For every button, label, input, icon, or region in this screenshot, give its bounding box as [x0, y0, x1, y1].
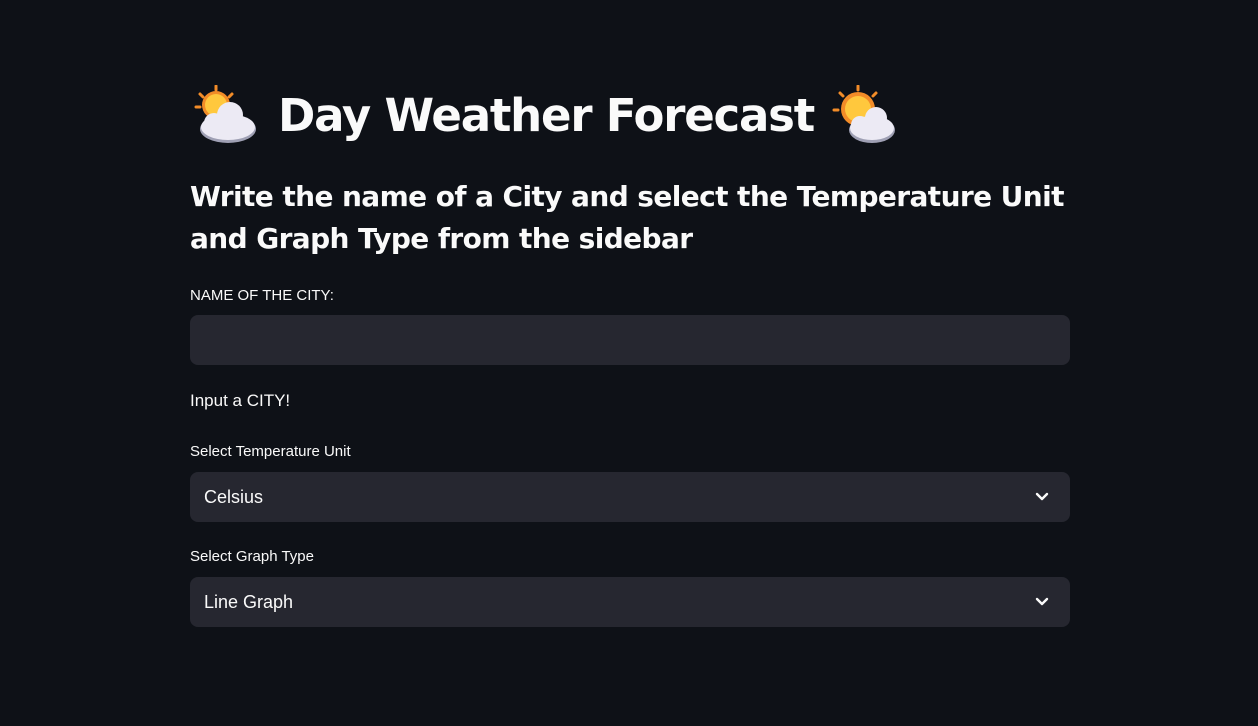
temperature-unit-selected: Celsius	[204, 486, 264, 507]
city-input[interactable]	[190, 315, 1070, 365]
temperature-unit-select[interactable]: Celsius	[190, 472, 1070, 522]
page-title-row: Day Weather Forecast	[194, 82, 896, 148]
graph-type-select[interactable]: Line Graph	[190, 577, 1070, 627]
city-input-label: NAME OF THE CITY:	[190, 287, 334, 304]
sun-behind-cloud-icon	[194, 85, 256, 143]
graph-type-label: Select Graph Type	[190, 548, 314, 565]
chevron-down-icon	[1032, 487, 1052, 507]
sun-behind-large-cloud-icon	[832, 85, 896, 143]
page-title: Day Weather Forecast	[278, 88, 815, 142]
instructions-subtitle: Write the name of a City and select the …	[190, 180, 1065, 255]
graph-type-selected: Line Graph	[204, 591, 294, 612]
chevron-down-icon	[1032, 592, 1052, 612]
status-message: Input a CITY!	[190, 391, 291, 410]
temperature-unit-label: Select Temperature Unit	[190, 443, 351, 460]
